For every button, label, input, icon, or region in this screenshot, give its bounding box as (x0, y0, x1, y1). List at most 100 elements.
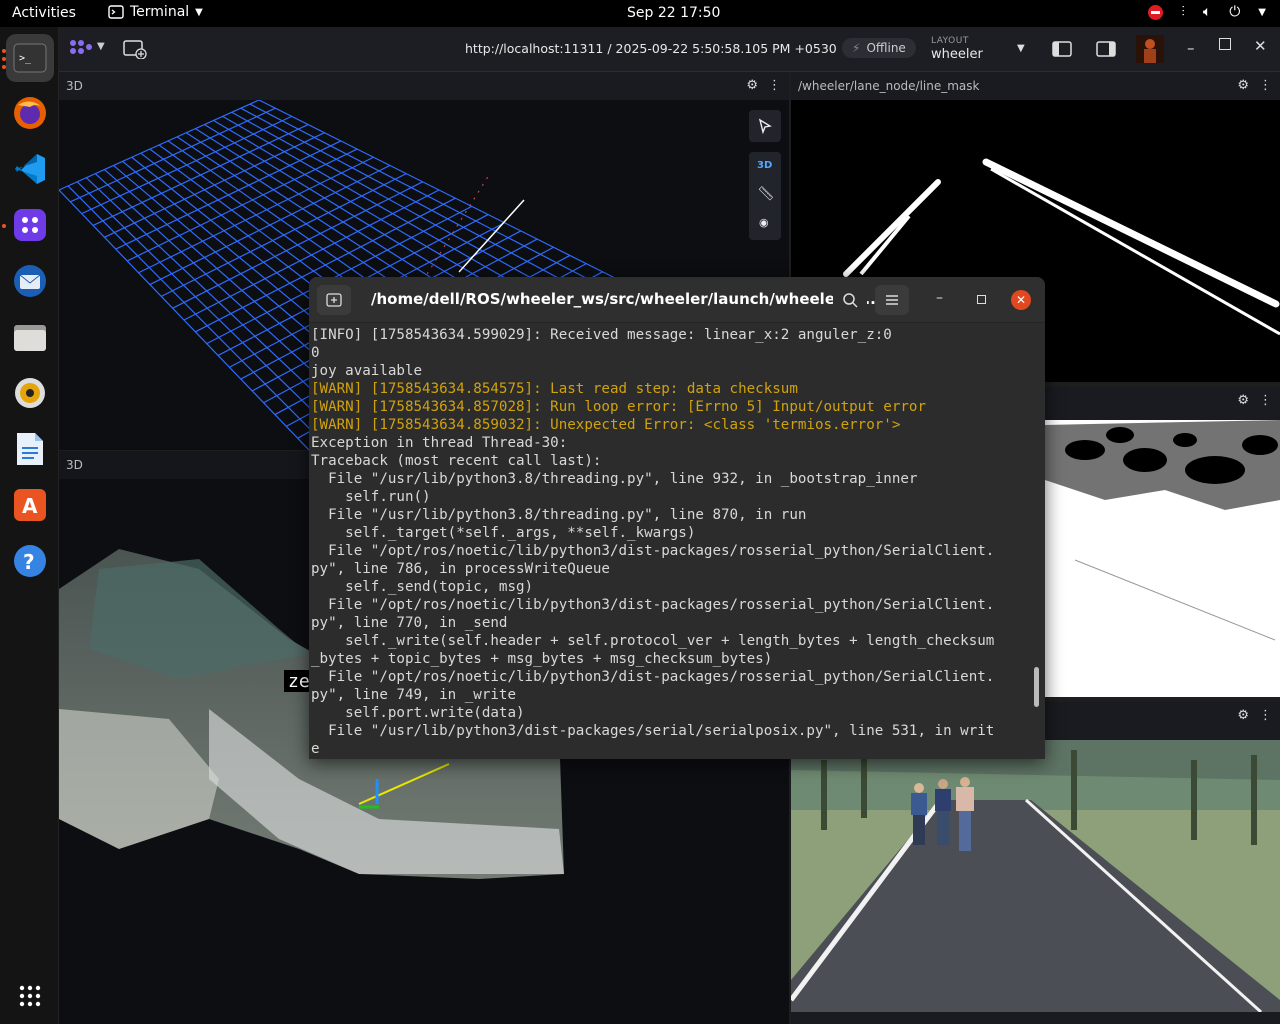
chevron-down-icon[interactable]: ▼ (1017, 43, 1025, 54)
layout-value[interactable]: wheeler (931, 47, 983, 62)
camera-image (791, 740, 1280, 1012)
menu-button[interactable] (875, 285, 909, 315)
app-center-icon: A (14, 489, 46, 521)
panel-title: 3D (66, 458, 83, 472)
terminal-line: File "/usr/lib/python3/dist-packages/ser… (311, 723, 995, 739)
dock-terminal[interactable]: >_ (6, 34, 54, 82)
left-sidebar-toggle-icon[interactable] (1052, 41, 1072, 57)
system-tray[interactable]: ⫶ 🔈︎ ⏻ ▼ (1148, 4, 1266, 20)
dock-show-apps[interactable] (6, 972, 54, 1020)
terminal-line: [WARN] [1758543634.854575]: Last read st… (311, 381, 798, 397)
new-tab-button[interactable] (317, 285, 351, 315)
terminal-line: Traceback (most recent call last): (311, 453, 602, 469)
panel-toolbar: /wheeler/lane_node/line_mask ⚙ ⋮ (791, 72, 1280, 100)
svg-text:A: A (22, 494, 38, 518)
foxglove-logo-icon[interactable] (68, 38, 94, 60)
avatar[interactable] (1136, 35, 1164, 63)
more-icon[interactable]: ⋮ (1259, 78, 1272, 93)
hamburger-icon (886, 295, 898, 305)
terminal-line: 0 (311, 345, 320, 361)
firefox-icon (14, 97, 46, 129)
terminal-line: py", line 786, in processWriteQueue (311, 561, 610, 577)
terminal-line: self.port.write(data) (311, 705, 525, 721)
dock-rhythmbox[interactable] (6, 369, 54, 417)
cursor-icon (758, 118, 772, 134)
chevron-down-icon: ▼ (195, 6, 203, 18)
vscode-icon (15, 154, 45, 184)
dock-firefox[interactable] (6, 89, 54, 137)
terminal-line: _bytes + topic_bytes + msg_bytes + msg_c… (311, 651, 773, 667)
minimize-icon[interactable]: – (1187, 39, 1195, 57)
gear-icon[interactable]: ⚙ (1237, 393, 1249, 408)
view-3d-toggle[interactable]: 3D (757, 160, 772, 171)
minimize-icon[interactable]: – (936, 290, 943, 306)
more-icon[interactable]: ⋮ (768, 78, 781, 93)
network-icon[interactable]: ⫶ (1181, 4, 1185, 20)
panel-toolbar: 3D ⚙ ⋮ (59, 72, 789, 100)
terminal-line: py", line 749, in _write (311, 687, 516, 703)
terminal-headerbar: /home/dell/ROS/wheeler_ws/src/wheeler/la… (309, 277, 1045, 323)
dock-files[interactable] (6, 313, 54, 361)
select-tool-button[interactable] (749, 110, 781, 142)
terminal-line: self._write(self.header + self.protocol_… (311, 633, 995, 649)
add-panel-icon[interactable] (123, 39, 147, 59)
rhythmbox-icon (15, 378, 45, 408)
apps-grid-icon (19, 985, 41, 1007)
terminal-icon: >_ (13, 43, 47, 73)
close-icon[interactable]: ✕ (1254, 37, 1267, 55)
app-name: Terminal (130, 4, 190, 20)
chevron-down-icon[interactable]: ▼ (97, 41, 105, 52)
search-button[interactable] (833, 285, 867, 315)
grid-line (258, 100, 620, 281)
dock-writer[interactable] (6, 425, 54, 473)
clock[interactable]: Sep 22 17:50 (627, 5, 720, 21)
terminal-icon (108, 5, 124, 19)
volume-icon[interactable]: 🔈︎ (1203, 4, 1211, 20)
right-sidebar-toggle-icon[interactable] (1096, 41, 1116, 57)
app-menu[interactable]: Terminal ▼ (108, 4, 203, 20)
more-icon[interactable]: ⋮ (1259, 708, 1272, 723)
do-not-disturb-icon[interactable] (1148, 4, 1164, 20)
svg-text:?: ? (23, 550, 35, 574)
more-icon[interactable]: ⋮ (1259, 393, 1272, 408)
terminal-line: e (311, 741, 320, 757)
dock-vscode[interactable] (6, 145, 54, 193)
panel-title: 3D (66, 79, 83, 93)
terminal-scrollbar[interactable] (1034, 667, 1039, 707)
dock-foxglove[interactable] (6, 201, 54, 249)
close-icon[interactable]: ✕ (1011, 290, 1031, 310)
dock: >_ A ? (0, 27, 59, 1024)
offline-label: Offline (866, 41, 906, 55)
top-bar: Activities Terminal ▼ Sep 22 17:50 ⫶ 🔈︎ … (0, 0, 1280, 27)
terminal-output[interactable]: [INFO] [1758543634.599029]: Received mes… (311, 326, 1035, 758)
grid-line (249, 103, 606, 289)
connection-status-badge[interactable]: ⚡ Offline (842, 38, 916, 58)
gear-icon[interactable]: ⚙ (1237, 708, 1249, 723)
dock-thunderbird[interactable] (6, 257, 54, 305)
writer-icon (17, 433, 43, 465)
publish-point-icon[interactable]: ◉ (759, 216, 769, 229)
foxglove-header: ▼ http://localhost:11311 / 2025-09-22 5:… (59, 27, 1280, 72)
power-icon[interactable]: ⏻ (1229, 4, 1240, 20)
gear-icon[interactable]: ⚙ (1237, 78, 1249, 93)
layout-label: LAYOUT (931, 36, 969, 46)
ruler-icon[interactable]: 📏︎ (757, 186, 775, 202)
terminal-line: self.run() (311, 489, 431, 505)
chevron-down-icon[interactable]: ▼ (1258, 7, 1266, 18)
dock-help[interactable]: ? (6, 537, 54, 585)
gear-icon[interactable]: ⚙ (746, 78, 758, 93)
maximize-icon[interactable] (977, 295, 986, 304)
terminal-line: joy available (311, 363, 423, 379)
connection-url[interactable]: http://localhost:11311 / 2025-09-22 5:50… (465, 41, 837, 56)
terminal-line: File "/usr/lib/python3.8/threading.py", … (311, 471, 918, 487)
search-icon (843, 293, 858, 308)
activities-button[interactable]: Activities (12, 5, 76, 21)
ze-label: ze (288, 671, 310, 692)
panel-mask-image[interactable]: ⚙ ⋮ (1045, 387, 1280, 697)
terminal-window[interactable]: /home/dell/ROS/wheeler_ws/src/wheeler/la… (309, 277, 1045, 759)
dock-app-center[interactable]: A (6, 481, 54, 529)
foxglove-icon (14, 209, 46, 241)
terminal-line: [WARN] [1758543634.859032]: Unexpected E… (311, 417, 901, 433)
maximize-icon[interactable] (1219, 38, 1231, 50)
terminal-line: File "/opt/ros/noetic/lib/python3/dist-p… (311, 669, 995, 685)
